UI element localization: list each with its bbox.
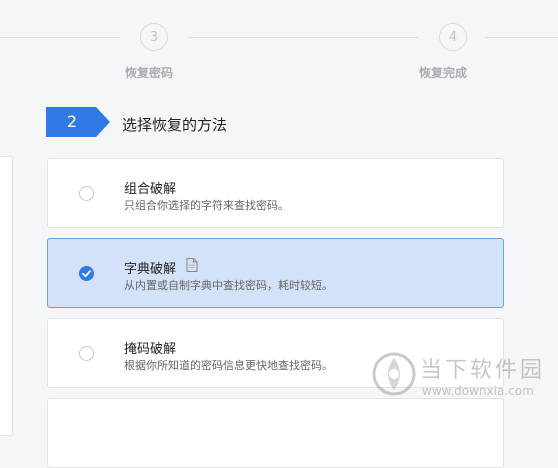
step-3-label: 恢复密码: [125, 66, 174, 80]
method-description: 只组合你选择的字符来查找密码。: [124, 199, 289, 212]
section-number-badge: 2: [46, 107, 110, 137]
method-option-combination[interactable]: 组合破解 只组合你选择的字符来查找密码。: [47, 158, 504, 228]
method-title: 组合破解: [124, 182, 177, 197]
radio-unchecked[interactable]: [79, 346, 94, 361]
method-title: 字典破解: [124, 262, 177, 277]
step-3-circle: 3: [140, 23, 168, 51]
method-description: 从内置或自制字典中查找密码，耗时较短。: [124, 279, 333, 292]
method-description: 根据你所知道的密码信息更快地查找密码。: [124, 359, 333, 372]
radio-unchecked[interactable]: [79, 186, 94, 201]
watermark: 当下软件园 www.downxia.com: [372, 350, 552, 406]
section-title: 选择恢复的方法: [122, 116, 228, 134]
method-option-dictionary[interactable]: 字典破解 从内置或自制字典中查找密码，耗时较短。: [47, 238, 504, 308]
downxia-logo-icon: [372, 352, 416, 396]
left-panel: [0, 156, 13, 436]
stepper-line-left: [0, 37, 120, 38]
method-title: 掩码破解: [124, 342, 177, 357]
section-number: 2: [66, 112, 78, 131]
stepper-line-middle: [188, 37, 418, 38]
document-icon[interactable]: [186, 257, 198, 276]
radio-checked[interactable]: [79, 266, 94, 281]
watermark-brand: 当下软件园: [420, 358, 546, 383]
step-4-label: 恢复完成: [419, 66, 468, 80]
method-option-partial[interactable]: [47, 398, 504, 468]
watermark-url: www.downxia.com: [422, 384, 534, 398]
stepper-line-right: [485, 37, 558, 38]
step-4-circle: 4: [439, 23, 467, 51]
